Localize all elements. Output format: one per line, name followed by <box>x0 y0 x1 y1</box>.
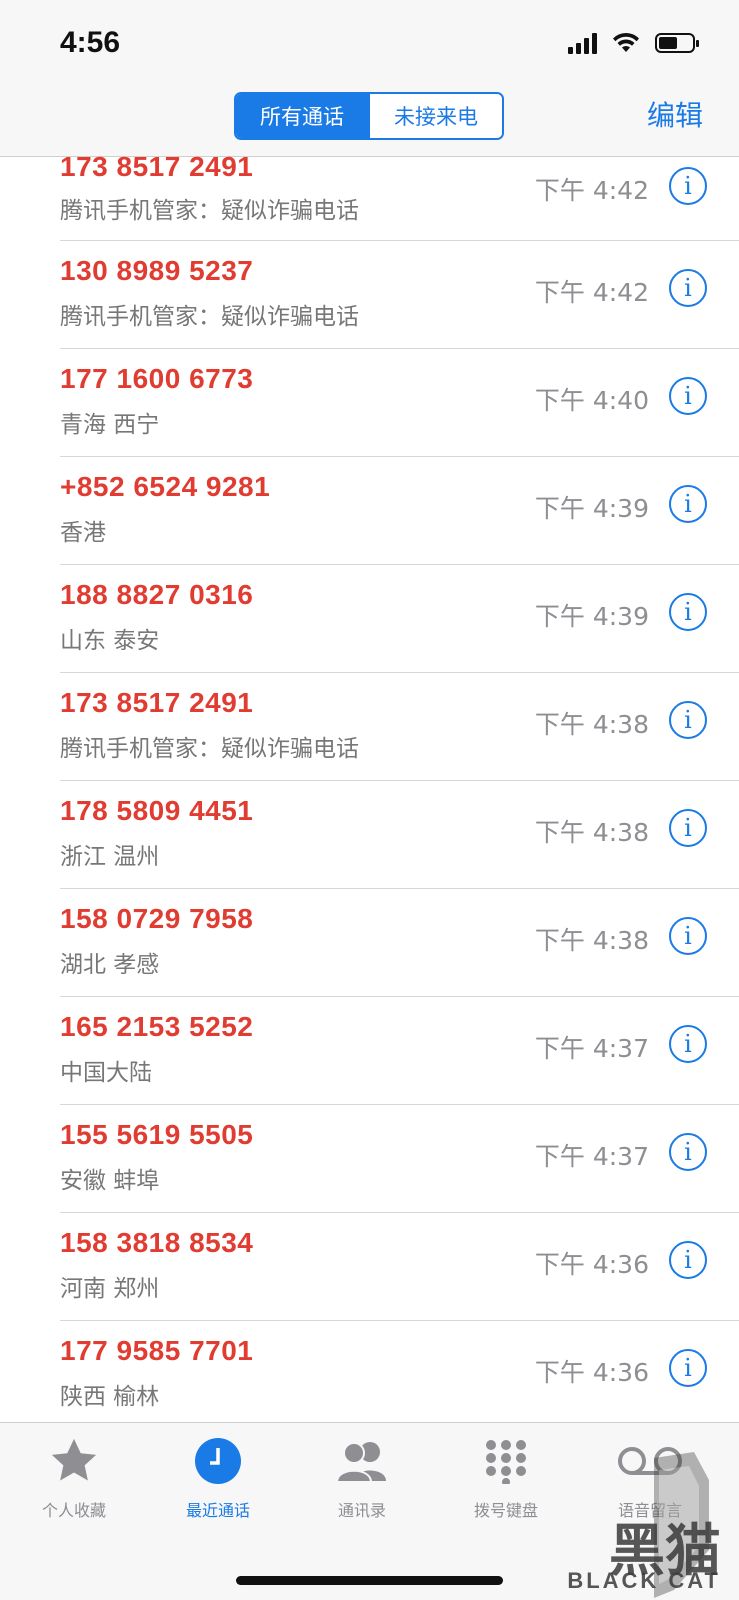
tab-contacts[interactable]: 通讯录 <box>288 1433 436 1533</box>
call-time: 下午 4:37 <box>534 1034 649 1063</box>
call-number: 173 8517 2491 <box>60 687 254 718</box>
call-row[interactable]: 158 0729 7958 湖北 孝感 下午 4:38 i <box>60 889 739 997</box>
call-time: 下午 4:40 <box>534 386 649 415</box>
call-number: 155 5619 5505 <box>60 1119 254 1150</box>
call-row[interactable]: 188 8827 0316 山东 泰安 下午 4:39 i <box>60 565 739 673</box>
info-icon[interactable]: i <box>669 917 707 955</box>
call-time: 下午 4:42 <box>534 176 649 205</box>
call-row[interactable]: 130 8989 5237 腾讯手机管家：疑似诈骗电话 下午 4:42 i <box>60 241 739 349</box>
call-location-label: 腾讯手机管家：疑似诈骗电话 <box>60 304 359 330</box>
info-icon[interactable]: i <box>669 809 707 847</box>
call-row[interactable]: 155 5619 5505 安徽 蚌埠 下午 4:37 i <box>60 1105 739 1213</box>
status-bar: 4:56 <box>0 0 739 88</box>
info-icon[interactable]: i <box>669 377 707 415</box>
wifi-icon <box>613 32 639 52</box>
call-row[interactable]: 177 9585 7701 陕西 榆林 下午 4:36 i <box>60 1321 739 1429</box>
call-location-label: 浙江 温州 <box>60 844 160 870</box>
call-location-label: 香港 <box>60 520 106 546</box>
call-number: 165 2153 5252 <box>60 1011 254 1042</box>
info-icon[interactable]: i <box>669 1025 707 1063</box>
call-row[interactable]: 165 2153 5252 中国大陆 下午 4:37 i <box>60 997 739 1105</box>
recent-calls-list: 173 8517 2491 腾讯手机管家：疑似诈骗电话 下午 4:42 i 130 89… <box>0 151 739 1429</box>
tab-label: 个人收藏 <box>41 1501 106 1520</box>
battery-fill <box>659 37 677 49</box>
star-icon <box>48 1433 100 1489</box>
tab-label: 最近通话 <box>185 1501 250 1520</box>
call-number: 177 1600 6773 <box>60 363 254 394</box>
call-number: 158 0729 7958 <box>60 903 254 934</box>
tab-recents[interactable]: 最近通话 <box>144 1433 292 1533</box>
call-row[interactable]: 178 5809 4451 浙江 温州 下午 4:38 i <box>60 781 739 889</box>
tab-favorites[interactable]: 个人收藏 <box>0 1433 148 1533</box>
call-time: 下午 4:38 <box>534 926 649 955</box>
clock-icon <box>194 1433 242 1489</box>
info-icon[interactable]: i <box>669 701 707 739</box>
call-row[interactable]: 177 1600 6773 青海 西宁 下午 4:40 i <box>60 349 739 457</box>
call-number: 178 5809 4451 <box>60 795 254 826</box>
call-time: 下午 4:37 <box>534 1142 649 1171</box>
call-time: 下午 4:36 <box>534 1358 649 1387</box>
call-time: 下午 4:38 <box>534 710 649 739</box>
info-icon[interactable]: i <box>669 593 707 631</box>
info-icon[interactable]: i <box>669 1133 707 1171</box>
call-number: +852 6524 9281 <box>60 471 271 502</box>
home-indicator <box>236 1576 503 1585</box>
call-location-label: 湖北 孝感 <box>60 952 160 978</box>
call-row[interactable]: 173 8517 2491 腾讯手机管家：疑似诈骗电话 下午 4:42 i <box>60 151 739 241</box>
tab-label: 通讯录 <box>337 1501 386 1520</box>
call-row[interactable]: 173 8517 2491 腾讯手机管家：疑似诈骗电话 下午 4:38 i <box>60 673 739 781</box>
edit-button[interactable]: 编辑 <box>647 94 703 134</box>
call-time: 下午 4:39 <box>534 494 649 523</box>
call-number: 177 9585 7701 <box>60 1335 254 1366</box>
call-time: 下午 4:38 <box>534 818 649 847</box>
call-location-label: 河南 郑州 <box>60 1276 160 1302</box>
call-row[interactable]: +852 6524 9281 香港 下午 4:39 i <box>60 457 739 565</box>
call-number: 188 8827 0316 <box>60 579 254 610</box>
info-icon[interactable]: i <box>669 167 707 205</box>
watermark-subtext: BLACK CAT <box>567 1568 721 1593</box>
call-number: 130 8989 5237 <box>60 255 254 286</box>
call-location-label: 陕西 榆林 <box>60 1384 160 1410</box>
call-time: 下午 4:42 <box>534 278 649 307</box>
call-number: 173 8517 2491 <box>60 151 254 182</box>
segment-missed-calls[interactable]: 未接来电 <box>368 94 502 138</box>
info-icon[interactable]: i <box>669 485 707 523</box>
nav-bar: 所有通话 未接来电 编辑 <box>0 88 739 157</box>
info-icon[interactable]: i <box>669 269 707 307</box>
call-location-label: 腾讯手机管家：疑似诈骗电话 <box>60 736 359 762</box>
call-location-label: 青海 西宁 <box>60 412 160 438</box>
call-location-label: 安徽 蚌埠 <box>60 1168 160 1194</box>
cellular-signal-icon <box>568 32 597 54</box>
call-location-label: 中国大陆 <box>60 1060 152 1086</box>
battery-icon <box>655 33 699 53</box>
info-icon[interactable]: i <box>669 1349 707 1387</box>
call-location-label: 山东 泰安 <box>60 628 160 654</box>
calls-filter-segmented-control: 所有通话 未接来电 <box>234 92 504 140</box>
call-time: 下午 4:39 <box>534 602 649 631</box>
status-icons <box>568 32 699 54</box>
status-time: 4:56 <box>60 26 121 59</box>
segment-all-calls[interactable]: 所有通话 <box>236 94 368 138</box>
info-icon[interactable]: i <box>669 1241 707 1279</box>
call-number: 158 3818 8534 <box>60 1227 254 1258</box>
call-location-label: 腾讯手机管家：疑似诈骗电话 <box>60 198 359 224</box>
contacts-icon <box>332 1433 392 1489</box>
call-row[interactable]: 158 3818 8534 河南 郑州 下午 4:36 i <box>60 1213 739 1321</box>
call-time: 下午 4:36 <box>534 1250 649 1279</box>
